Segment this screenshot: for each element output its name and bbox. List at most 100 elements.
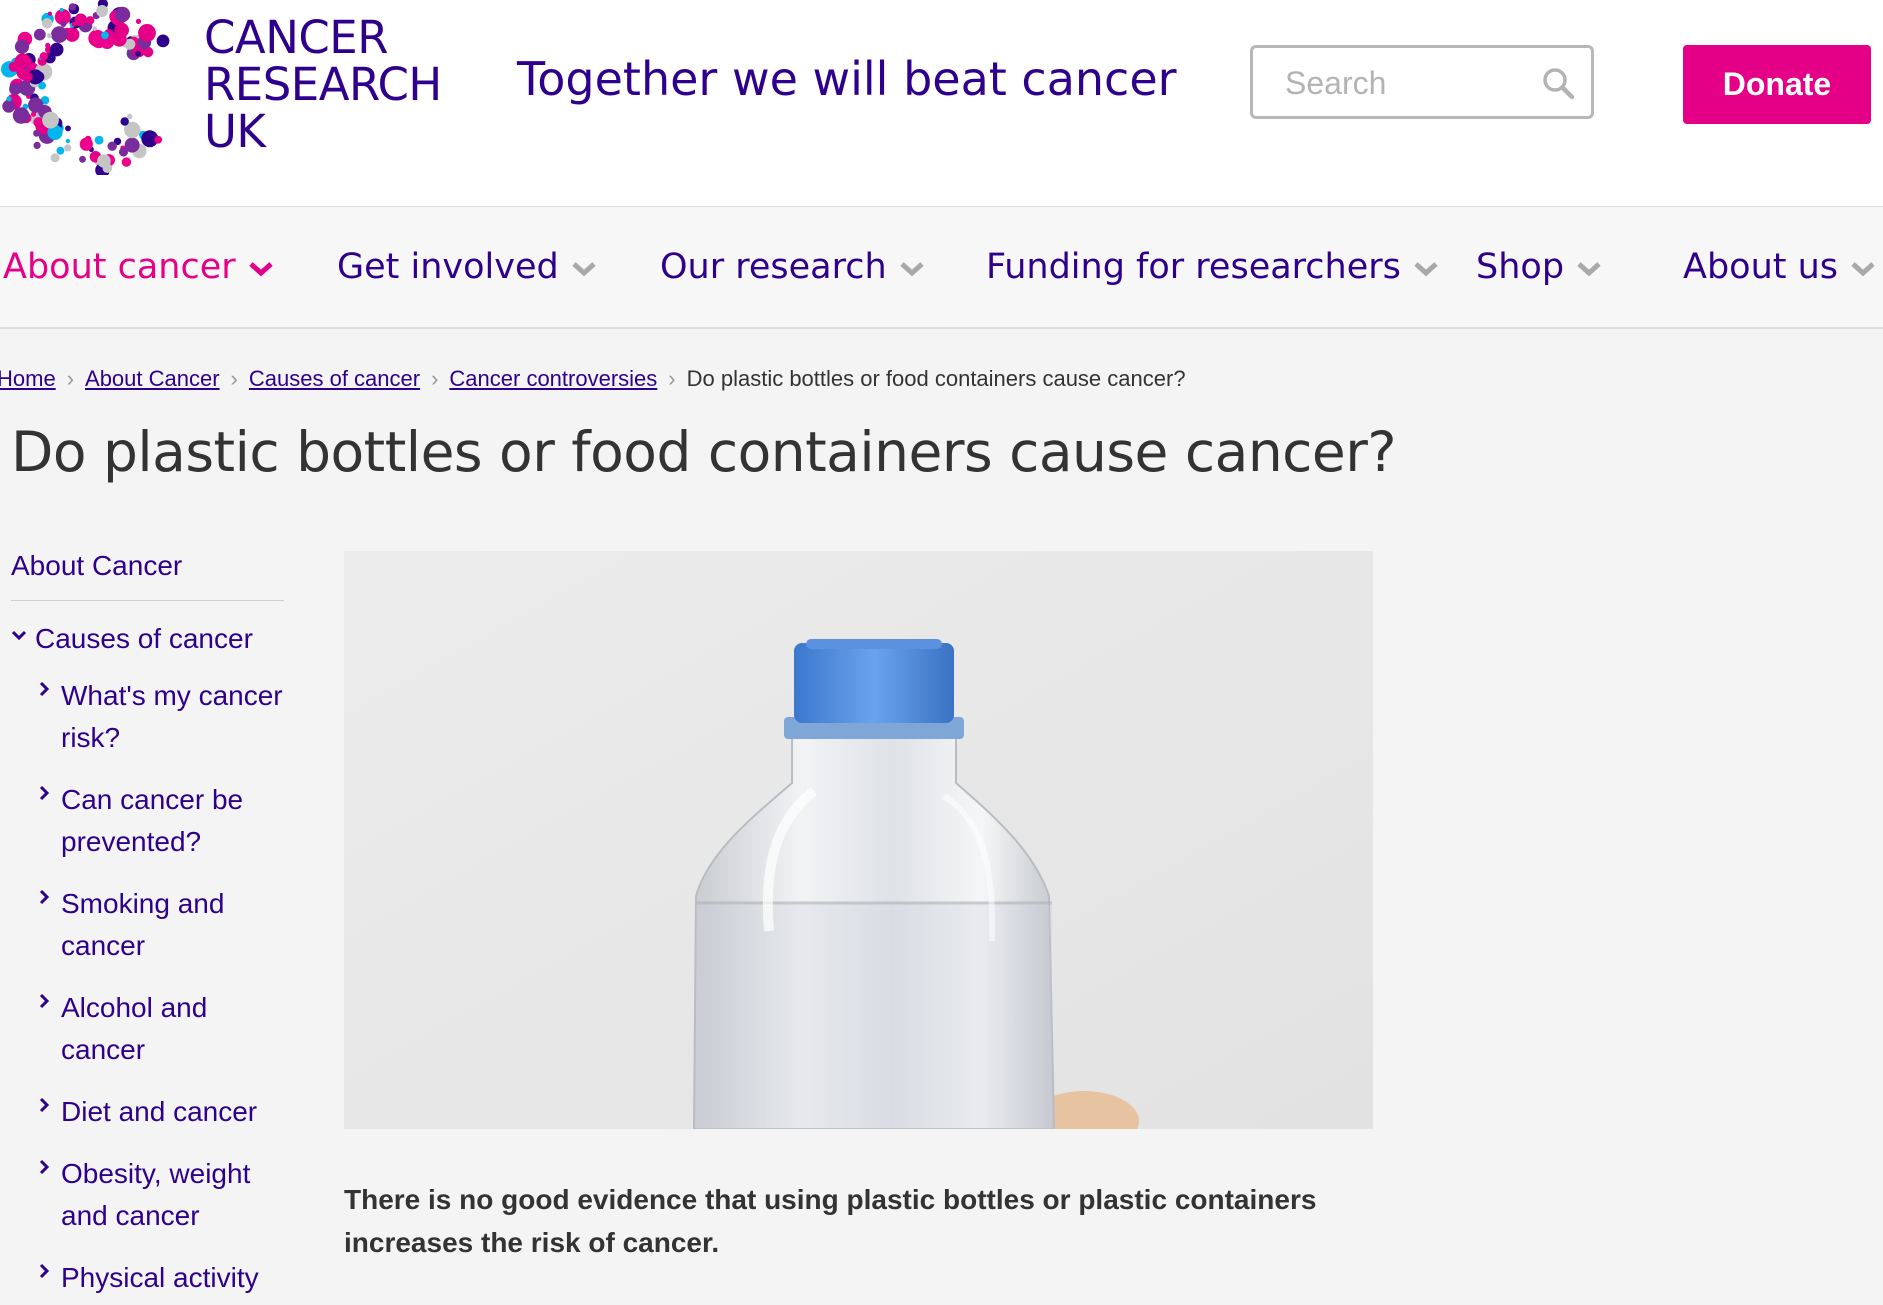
nav-get-involved[interactable]: Get involved [337, 207, 597, 327]
logo-line-1: CANCER [204, 11, 388, 64]
chevron-right-icon [39, 1097, 50, 1113]
nav-funding-for-researchers[interactable]: Funding for researchers [986, 207, 1439, 327]
sidebar-item-about-cancer[interactable]: About Cancer [11, 545, 284, 601]
nav-label: Our research [660, 247, 887, 287]
logo-dot [39, 52, 48, 61]
logo-wordmark[interactable]: CANCER RESEARCH UK [204, 14, 442, 155]
logo-dot [28, 97, 44, 113]
sidebar-item-label: Smoking and cancer [61, 888, 225, 961]
chevron-right-icon [39, 1159, 50, 1175]
nav-label: Get involved [337, 247, 559, 287]
sidebar-item-label: Physical activity [61, 1262, 259, 1293]
logo-dot [47, 11, 53, 16]
logo-dot [14, 53, 30, 69]
plastic-bottle-image [344, 551, 1373, 1129]
article-lead: There is no good evidence that using pla… [344, 1184, 1317, 1258]
sidebar-item-alcohol[interactable]: Alcohol and cancer [11, 987, 284, 1071]
nav-label: Shop [1476, 247, 1565, 287]
chevron-right-icon [39, 785, 50, 801]
nav-about-us[interactable]: About us [1683, 207, 1876, 327]
chevron-right-icon [39, 1263, 50, 1279]
logo-dot [64, 144, 72, 152]
sidebar-item-label: Causes of cancer [35, 623, 253, 654]
logo-dot [60, 21, 67, 27]
chevron-down-icon [899, 262, 924, 277]
sidebar-item-label: Alcohol and cancer [61, 992, 208, 1065]
logo-dot [102, 163, 113, 173]
logo-dot [14, 39, 30, 54]
sidebar-item-label: Obesity, weight and cancer [61, 1158, 251, 1231]
logo-dot [59, 7, 64, 12]
chevron-down-icon [11, 630, 27, 641]
logo-dot [65, 138, 71, 144]
logo-dot [51, 26, 68, 43]
search-icon[interactable] [1541, 66, 1575, 100]
logo-dot [71, 21, 77, 27]
chevron-down-icon [1577, 262, 1601, 277]
sidebar-item-diet[interactable]: Diet and cancer [11, 1091, 284, 1133]
breadcrumb-cancer-controversies[interactable]: Cancer controversies [449, 366, 657, 391]
breadcrumb-current: Do plastic bottles or food containers ca… [686, 366, 1186, 391]
logo-dot [135, 18, 142, 24]
logo-dot [33, 129, 40, 137]
chevron-down-icon [572, 262, 596, 277]
chevron-right-icon [39, 889, 50, 905]
logo-dot [2, 99, 16, 113]
breadcrumb-separator: › [230, 366, 238, 391]
logo-dot [107, 141, 117, 151]
breadcrumb-causes-of-cancer[interactable]: Causes of cancer [249, 366, 420, 391]
nav-our-research[interactable]: Our research [660, 207, 925, 327]
logo-dot [65, 125, 71, 132]
logo-dot [46, 33, 52, 39]
breadcrumb-home[interactable]: Home [0, 366, 56, 391]
logo-dot [92, 26, 97, 31]
logo-dot [94, 135, 104, 145]
logo-dot [156, 34, 170, 48]
breadcrumb-separator: › [431, 366, 439, 391]
logo-line-2: RESEARCH [204, 58, 442, 111]
logo-dot [96, 5, 109, 17]
nav-label: About cancer [3, 247, 236, 287]
logo-dot [41, 18, 53, 29]
nav-shop[interactable]: Shop [1476, 207, 1602, 327]
sidebar-item-smoking[interactable]: Smoking and cancer [11, 883, 284, 967]
donate-button[interactable]: Donate [1683, 45, 1871, 124]
logo-dot [50, 153, 60, 163]
breadcrumb: Home › About Cancer › Causes of cancer › Cance… [0, 366, 1186, 392]
sidebar-item-cancer-risk[interactable]: What's my cancer risk? [11, 675, 284, 759]
sidebar-item-label: Diet and cancer [61, 1096, 258, 1127]
chevron-down-icon [248, 262, 273, 277]
page-title: Do plastic bottles or food containers ca… [11, 420, 1397, 484]
site-tagline: Together we will beat cancer [517, 52, 1177, 106]
site-header: CANCER RESEARCH UK Together we will beat… [0, 0, 1883, 207]
logo-dot [6, 96, 12, 102]
logo-dot [12, 107, 30, 124]
chevron-down-icon [1851, 262, 1875, 277]
sidebar-item-prevention[interactable]: Can cancer be prevented? [11, 779, 284, 863]
logo-dot [114, 6, 131, 23]
breadcrumb-about-cancer[interactable]: About Cancer [85, 366, 220, 391]
sidebar-item-physical-activity[interactable]: Physical activity [11, 1257, 284, 1299]
sidebar-item-causes-of-cancer[interactable]: Causes of cancer [11, 623, 284, 655]
sidebar-item-obesity[interactable]: Obesity, weight and cancer [11, 1153, 284, 1237]
logo-dot [42, 111, 59, 129]
logo-dot [101, 31, 109, 40]
nav-label: Funding for researchers [986, 247, 1401, 287]
chevron-down-icon [1414, 262, 1438, 277]
logo-dot [56, 146, 65, 155]
nav-label: About us [1683, 247, 1839, 287]
breadcrumb-separator: › [668, 366, 676, 391]
chevron-right-icon [39, 993, 50, 1009]
logo-dot [119, 147, 128, 157]
cancer-research-logo-icon[interactable] [0, 0, 180, 175]
logo-dot [9, 82, 22, 96]
sidebar-item-label: Can cancer be prevented? [61, 784, 244, 857]
logo-dot [135, 50, 142, 57]
logo-dot [127, 113, 133, 120]
main-nav: About cancer Get involved Our research F… [0, 207, 1883, 329]
search-input[interactable] [1283, 62, 1537, 104]
sidebar-nav: About Cancer Causes of cancer What's my … [11, 545, 284, 1299]
nav-about-cancer[interactable]: About cancer [3, 207, 274, 327]
logo-dot [23, 72, 33, 82]
logo-line-3: UK [204, 105, 266, 158]
